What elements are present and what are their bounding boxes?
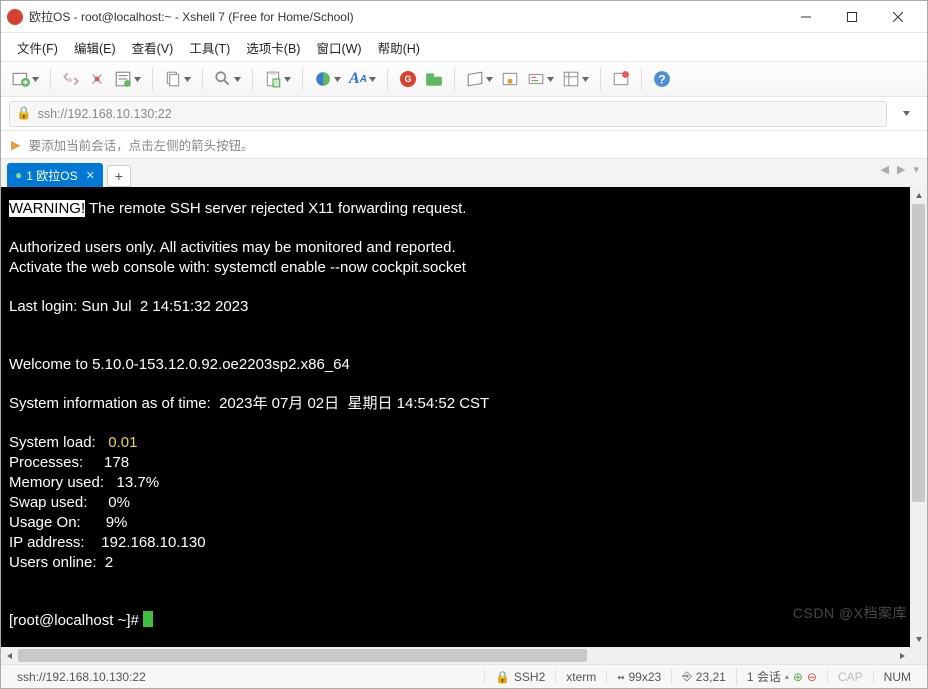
hscroll-thumb[interactable]: [18, 649, 587, 662]
status-num: NUM: [873, 670, 921, 684]
status-size: ↔99x23: [606, 670, 671, 684]
scroll-track[interactable]: [910, 204, 927, 630]
color-scheme-button[interactable]: [311, 66, 344, 92]
banner-line-1: Authorized users only. All activities ma…: [9, 239, 456, 256]
hint-bar: ▶ 要添加当前会话，点击左侧的箭头按钮。: [1, 131, 927, 159]
tab-close-icon[interactable]: ✕: [86, 169, 95, 182]
prompt: [root@localhost ~]#: [9, 612, 143, 629]
address-bar: 🔒 ssh://192.168.10.130:22: [1, 97, 927, 131]
status-cursor: ⎆23,21: [671, 669, 736, 684]
banner-line-2: Activate the web console with: systemctl…: [9, 259, 466, 276]
disconnect-button[interactable]: [85, 66, 109, 92]
lock-icon: 🔒: [16, 106, 32, 121]
sysinfo-time: System information as of time: 2023年 07月…: [9, 395, 489, 412]
users-label: Users online:: [9, 554, 105, 571]
font-button[interactable]: AA: [346, 66, 379, 92]
usage-label: Usage On:: [9, 514, 106, 531]
menu-tools[interactable]: 工具(T): [183, 34, 236, 61]
memory-value: 13.7%: [117, 474, 160, 491]
xftp-button[interactable]: [422, 66, 446, 92]
vertical-scrollbar[interactable]: [910, 187, 927, 647]
tab-nav: ◀ ▶ ▾: [879, 163, 921, 176]
maximize-button[interactable]: [829, 2, 875, 32]
address-text: ssh://192.168.10.130:22: [38, 107, 172, 121]
status-protocol: 🔒SSH2: [484, 670, 555, 684]
warning-msg: The remote SSH server rejected X11 forwa…: [85, 200, 466, 217]
menu-bar: 文件(F) 编辑(E) 查看(V) 工具(T) 选项卡(B) 窗口(W) 帮助(…: [1, 33, 927, 61]
mark-button[interactable]: [609, 66, 633, 92]
copy-button[interactable]: [161, 66, 194, 92]
hint-text: 要添加当前会话，点击左侧的箭头按钮。: [29, 135, 254, 154]
processes-value: 178: [104, 454, 129, 471]
title-bar: 欧拉OS - root@localhost:~ - Xshell 7 (Free…: [1, 1, 927, 33]
help-button[interactable]: ?: [650, 66, 674, 92]
status-session: 1 会话 ▴ ⊕ ⊖: [736, 668, 827, 685]
memory-label: Memory used:: [9, 474, 117, 491]
sys-load-label: System load:: [9, 434, 108, 451]
toolbar: AA G ?: [1, 61, 927, 97]
swap-label: Swap used:: [9, 494, 108, 511]
processes-label: Processes:: [9, 454, 104, 471]
highlight-button[interactable]: [524, 66, 557, 92]
usage-value: 9%: [106, 514, 128, 531]
address-input[interactable]: 🔒 ssh://192.168.10.130:22: [9, 101, 887, 127]
menu-file[interactable]: 文件(F): [11, 34, 64, 61]
encoding-button[interactable]: [559, 66, 592, 92]
scroll-thumb[interactable]: [912, 204, 925, 502]
tab-bar: ● 1 欧拉OS ✕ + ◀ ▶ ▾: [1, 159, 927, 187]
cursor: [143, 611, 153, 627]
minimize-button[interactable]: [783, 2, 829, 32]
scroll-up-button[interactable]: [910, 187, 927, 204]
lock-mini-icon: 🔒: [495, 670, 510, 684]
window-title: 欧拉OS - root@localhost:~ - Xshell 7 (Free…: [29, 8, 783, 25]
swap-value: 0%: [108, 494, 130, 511]
address-dropdown[interactable]: [893, 102, 919, 126]
tab-nav-prev[interactable]: ◀: [879, 163, 891, 176]
app-icon: [7, 9, 23, 25]
warning-label: WARNING!: [9, 200, 85, 217]
status-cap: CAP: [827, 670, 873, 684]
menu-edit[interactable]: 编辑(E): [68, 34, 122, 61]
menu-help[interactable]: 帮助(H): [372, 34, 426, 61]
xshell-icon[interactable]: G: [396, 66, 420, 92]
ip-value: 192.168.10.130: [101, 534, 205, 551]
flag-icon: ▶: [11, 137, 21, 152]
terminal-container: WARNING! The remote SSH server rejected …: [1, 187, 927, 647]
svg-text:?: ?: [658, 73, 666, 87]
sys-load-value: 0.01: [108, 434, 137, 451]
tab-label: 1 欧拉OS: [26, 167, 77, 184]
hscroll-track[interactable]: [18, 647, 893, 664]
horizontal-scrollbar[interactable]: [1, 647, 927, 664]
terminal[interactable]: WARNING! The remote SSH server rejected …: [1, 187, 910, 647]
close-button[interactable]: [875, 2, 921, 32]
session-tab[interactable]: ● 1 欧拉OS ✕: [7, 163, 103, 187]
tab-nav-list[interactable]: ▾: [911, 163, 921, 176]
scroll-down-button[interactable]: [910, 630, 927, 647]
menu-view[interactable]: 查看(V): [126, 34, 180, 61]
properties-button[interactable]: [111, 66, 144, 92]
script-button[interactable]: [463, 66, 496, 92]
tab-nav-next[interactable]: ▶: [895, 163, 907, 176]
hscroll-right-button[interactable]: [893, 647, 910, 664]
menu-tab[interactable]: 选项卡(B): [240, 34, 306, 61]
lock-button[interactable]: [498, 66, 522, 92]
reconnect-button[interactable]: [59, 66, 83, 92]
status-term: xterm: [555, 670, 606, 684]
menu-window[interactable]: 窗口(W): [310, 34, 367, 61]
status-connection: ssh://192.168.10.130:22: [7, 670, 484, 684]
ip-label: IP address:: [9, 534, 101, 551]
find-button[interactable]: [211, 66, 244, 92]
users-value: 2: [105, 554, 113, 571]
status-bar: ssh://192.168.10.130:22 🔒SSH2 xterm ↔99x…: [1, 664, 927, 688]
new-session-button[interactable]: [9, 66, 42, 92]
last-login: Last login: Sun Jul 2 14:51:32 2023: [9, 298, 248, 315]
new-tab-button[interactable]: +: [107, 165, 131, 187]
paste-button[interactable]: [261, 66, 294, 92]
welcome-line: Welcome to 5.10.0-153.12.0.92.oe2203sp2.…: [9, 356, 350, 373]
hscroll-left-button[interactable]: [1, 647, 18, 664]
